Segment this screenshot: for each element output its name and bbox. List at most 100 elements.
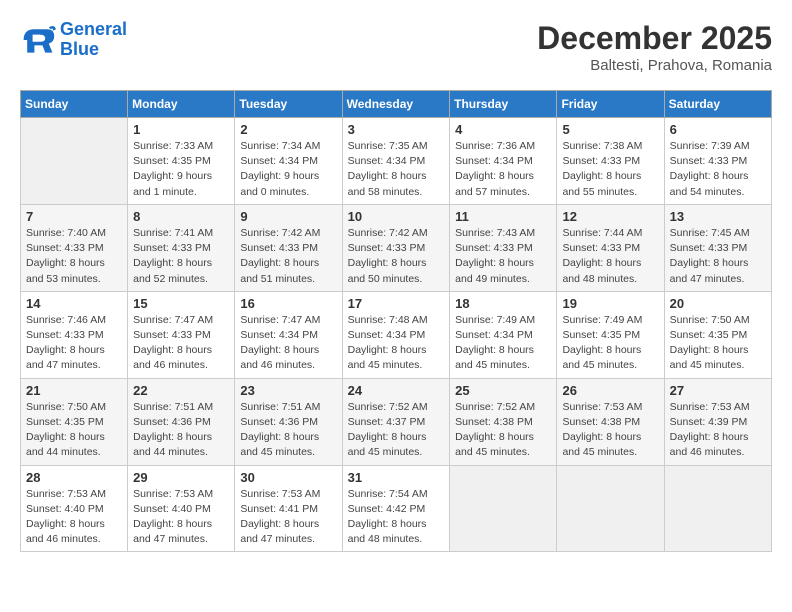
- calendar-day: 5 Sunrise: 7:38 AMSunset: 4:33 PMDayligh…: [557, 118, 664, 205]
- day-info: Sunrise: 7:42 AMSunset: 4:33 PMDaylight:…: [348, 226, 445, 287]
- day-info: Sunrise: 7:43 AMSunset: 4:33 PMDaylight:…: [455, 226, 551, 287]
- calendar-day: 25 Sunrise: 7:52 AMSunset: 4:38 PMDaylig…: [450, 378, 557, 465]
- calendar-header-thursday: Thursday: [450, 91, 557, 118]
- day-info: Sunrise: 7:33 AMSunset: 4:35 PMDaylight:…: [133, 139, 229, 200]
- calendar-week-5: 28 Sunrise: 7:53 AMSunset: 4:40 PMDaylig…: [21, 465, 772, 552]
- day-info: Sunrise: 7:39 AMSunset: 4:33 PMDaylight:…: [670, 139, 766, 200]
- day-number: 12: [562, 209, 658, 224]
- calendar-day: 24 Sunrise: 7:52 AMSunset: 4:37 PMDaylig…: [342, 378, 450, 465]
- day-number: 31: [348, 470, 445, 485]
- day-info: Sunrise: 7:38 AMSunset: 4:33 PMDaylight:…: [562, 139, 658, 200]
- day-info: Sunrise: 7:54 AMSunset: 4:42 PMDaylight:…: [348, 487, 445, 548]
- day-number: 13: [670, 209, 766, 224]
- day-info: Sunrise: 7:47 AMSunset: 4:34 PMDaylight:…: [240, 313, 336, 374]
- day-number: 21: [26, 383, 122, 398]
- calendar-day: 30 Sunrise: 7:53 AMSunset: 4:41 PMDaylig…: [235, 465, 342, 552]
- calendar-day: 3 Sunrise: 7:35 AMSunset: 4:34 PMDayligh…: [342, 118, 450, 205]
- day-number: 9: [240, 209, 336, 224]
- calendar-week-2: 7 Sunrise: 7:40 AMSunset: 4:33 PMDayligh…: [21, 204, 772, 291]
- calendar-header-friday: Friday: [557, 91, 664, 118]
- calendar-header-tuesday: Tuesday: [235, 91, 342, 118]
- title-block: December 2025 Baltesti, Prahova, Romania: [537, 20, 772, 74]
- day-info: Sunrise: 7:50 AMSunset: 4:35 PMDaylight:…: [26, 400, 122, 461]
- calendar-day: 4 Sunrise: 7:36 AMSunset: 4:34 PMDayligh…: [450, 118, 557, 205]
- day-info: Sunrise: 7:48 AMSunset: 4:34 PMDaylight:…: [348, 313, 445, 374]
- day-info: Sunrise: 7:50 AMSunset: 4:35 PMDaylight:…: [670, 313, 766, 374]
- day-number: 4: [455, 122, 551, 137]
- day-number: 8: [133, 209, 229, 224]
- day-info: Sunrise: 7:40 AMSunset: 4:33 PMDaylight:…: [26, 226, 122, 287]
- calendar-day: 18 Sunrise: 7:49 AMSunset: 4:34 PMDaylig…: [450, 291, 557, 378]
- day-number: 23: [240, 383, 336, 398]
- day-number: 26: [562, 383, 658, 398]
- day-info: Sunrise: 7:53 AMSunset: 4:39 PMDaylight:…: [670, 400, 766, 461]
- day-number: 24: [348, 383, 445, 398]
- day-info: Sunrise: 7:53 AMSunset: 4:41 PMDaylight:…: [240, 487, 336, 548]
- calendar-table: SundayMondayTuesdayWednesdayThursdayFrid…: [20, 90, 772, 552]
- calendar-day: 20 Sunrise: 7:50 AMSunset: 4:35 PMDaylig…: [664, 291, 771, 378]
- calendar-day: [450, 465, 557, 552]
- day-number: 27: [670, 383, 766, 398]
- calendar-day: 2 Sunrise: 7:34 AMSunset: 4:34 PMDayligh…: [235, 118, 342, 205]
- day-number: 16: [240, 296, 336, 311]
- calendar-day: 11 Sunrise: 7:43 AMSunset: 4:33 PMDaylig…: [450, 204, 557, 291]
- logo: General Blue: [20, 20, 127, 60]
- day-info: Sunrise: 7:47 AMSunset: 4:33 PMDaylight:…: [133, 313, 229, 374]
- calendar-day: 9 Sunrise: 7:42 AMSunset: 4:33 PMDayligh…: [235, 204, 342, 291]
- day-number: 22: [133, 383, 229, 398]
- calendar-header-row: SundayMondayTuesdayWednesdayThursdayFrid…: [21, 91, 772, 118]
- day-info: Sunrise: 7:41 AMSunset: 4:33 PMDaylight:…: [133, 226, 229, 287]
- calendar-day: [664, 465, 771, 552]
- calendar-day: [21, 118, 128, 205]
- day-info: Sunrise: 7:53 AMSunset: 4:38 PMDaylight:…: [562, 400, 658, 461]
- calendar-header-wednesday: Wednesday: [342, 91, 450, 118]
- day-info: Sunrise: 7:35 AMSunset: 4:34 PMDaylight:…: [348, 139, 445, 200]
- calendar-day: 21 Sunrise: 7:50 AMSunset: 4:35 PMDaylig…: [21, 378, 128, 465]
- day-info: Sunrise: 7:52 AMSunset: 4:37 PMDaylight:…: [348, 400, 445, 461]
- calendar-day: 7 Sunrise: 7:40 AMSunset: 4:33 PMDayligh…: [21, 204, 128, 291]
- day-number: 3: [348, 122, 445, 137]
- calendar-header-saturday: Saturday: [664, 91, 771, 118]
- day-info: Sunrise: 7:52 AMSunset: 4:38 PMDaylight:…: [455, 400, 551, 461]
- day-info: Sunrise: 7:51 AMSunset: 4:36 PMDaylight:…: [133, 400, 229, 461]
- day-info: Sunrise: 7:46 AMSunset: 4:33 PMDaylight:…: [26, 313, 122, 374]
- calendar-day: 31 Sunrise: 7:54 AMSunset: 4:42 PMDaylig…: [342, 465, 450, 552]
- day-number: 10: [348, 209, 445, 224]
- day-number: 18: [455, 296, 551, 311]
- calendar-day: 6 Sunrise: 7:39 AMSunset: 4:33 PMDayligh…: [664, 118, 771, 205]
- calendar-week-1: 1 Sunrise: 7:33 AMSunset: 4:35 PMDayligh…: [21, 118, 772, 205]
- calendar-day: 17 Sunrise: 7:48 AMSunset: 4:34 PMDaylig…: [342, 291, 450, 378]
- page-header: General Blue December 2025 Baltesti, Pra…: [20, 20, 772, 74]
- day-info: Sunrise: 7:36 AMSunset: 4:34 PMDaylight:…: [455, 139, 551, 200]
- calendar-week-4: 21 Sunrise: 7:50 AMSunset: 4:35 PMDaylig…: [21, 378, 772, 465]
- calendar-day: 12 Sunrise: 7:44 AMSunset: 4:33 PMDaylig…: [557, 204, 664, 291]
- calendar-day: 28 Sunrise: 7:53 AMSunset: 4:40 PMDaylig…: [21, 465, 128, 552]
- day-info: Sunrise: 7:45 AMSunset: 4:33 PMDaylight:…: [670, 226, 766, 287]
- calendar-day: 29 Sunrise: 7:53 AMSunset: 4:40 PMDaylig…: [128, 465, 235, 552]
- calendar-week-3: 14 Sunrise: 7:46 AMSunset: 4:33 PMDaylig…: [21, 291, 772, 378]
- day-info: Sunrise: 7:53 AMSunset: 4:40 PMDaylight:…: [133, 487, 229, 548]
- calendar-day: 8 Sunrise: 7:41 AMSunset: 4:33 PMDayligh…: [128, 204, 235, 291]
- calendar-day: 10 Sunrise: 7:42 AMSunset: 4:33 PMDaylig…: [342, 204, 450, 291]
- calendar-day: 16 Sunrise: 7:47 AMSunset: 4:34 PMDaylig…: [235, 291, 342, 378]
- day-number: 25: [455, 383, 551, 398]
- day-number: 28: [26, 470, 122, 485]
- day-number: 6: [670, 122, 766, 137]
- day-info: Sunrise: 7:51 AMSunset: 4:36 PMDaylight:…: [240, 400, 336, 461]
- calendar-day: [557, 465, 664, 552]
- day-number: 29: [133, 470, 229, 485]
- day-number: 11: [455, 209, 551, 224]
- calendar-day: 13 Sunrise: 7:45 AMSunset: 4:33 PMDaylig…: [664, 204, 771, 291]
- calendar-header-sunday: Sunday: [21, 91, 128, 118]
- day-number: 20: [670, 296, 766, 311]
- day-number: 19: [562, 296, 658, 311]
- month-year: December 2025: [537, 20, 772, 57]
- logo-icon: [20, 22, 56, 58]
- day-number: 30: [240, 470, 336, 485]
- day-number: 7: [26, 209, 122, 224]
- day-number: 1: [133, 122, 229, 137]
- day-number: 14: [26, 296, 122, 311]
- day-number: 17: [348, 296, 445, 311]
- day-info: Sunrise: 7:53 AMSunset: 4:40 PMDaylight:…: [26, 487, 122, 548]
- calendar-day: 14 Sunrise: 7:46 AMSunset: 4:33 PMDaylig…: [21, 291, 128, 378]
